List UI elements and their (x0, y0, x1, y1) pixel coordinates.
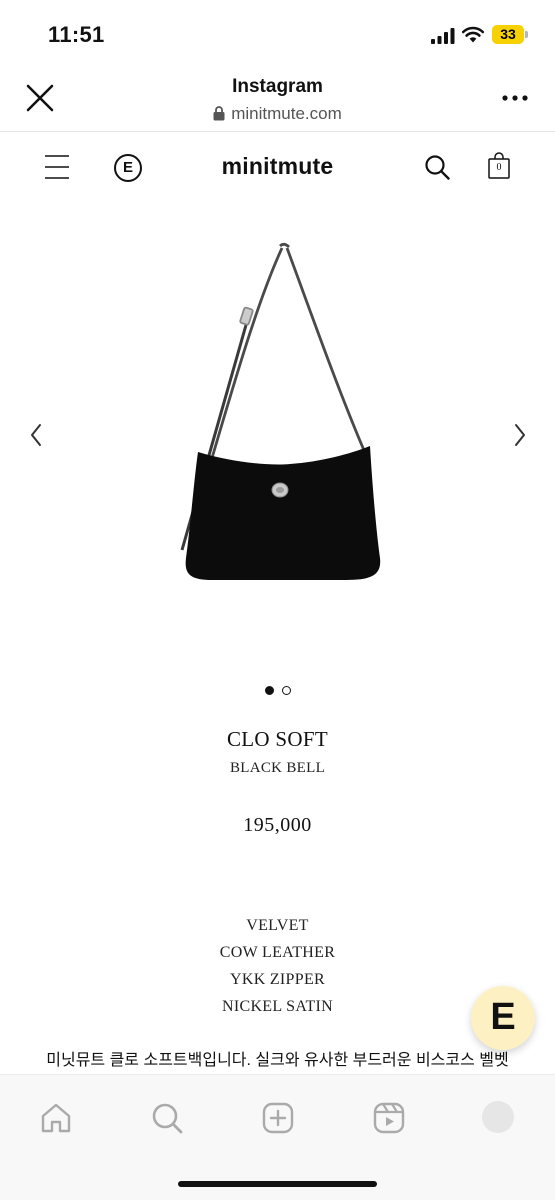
chat-button[interactable]: E (471, 986, 535, 1050)
site-nav: E minitmute 0 (0, 133, 555, 203)
profile-avatar (482, 1101, 514, 1133)
material-item: COW LEATHER (219, 944, 336, 961)
chevron-left-icon[interactable] (22, 420, 52, 450)
browser-header: Instagram minitmute.com (0, 66, 555, 132)
more-icon[interactable] (500, 90, 530, 106)
product-name: CLO SOFT (226, 727, 328, 751)
battery-indicator: 33 (492, 25, 528, 44)
product-image[interactable] (150, 240, 410, 600)
tab-profile[interactable] (482, 1101, 516, 1135)
chevron-right-icon[interactable] (504, 420, 534, 450)
reels-icon[interactable] (372, 1101, 406, 1135)
wifi-icon (461, 26, 485, 43)
material-item: YKK ZIPPER (229, 971, 325, 988)
cart-button[interactable]: 0 (487, 152, 511, 180)
material-item: VELVET (246, 917, 309, 934)
browser-url: minitmute.com (0, 104, 555, 124)
battery-level: 33 (500, 26, 516, 42)
carousel-dot-2[interactable] (281, 686, 291, 695)
product-price: 195,000 (243, 814, 312, 836)
product-color: BLACK BELL (229, 760, 326, 776)
status-time: 11:51 (48, 22, 105, 47)
status-bar: 11:51 33 (0, 0, 555, 66)
plus-square-icon[interactable] (261, 1101, 295, 1135)
home-icon[interactable] (39, 1101, 73, 1135)
cellular-signal-icon (431, 28, 455, 44)
search-icon[interactable] (424, 154, 450, 180)
brand-logo[interactable]: minitmute (0, 153, 555, 180)
browser-title: Instagram (232, 76, 323, 97)
carousel-dots (0, 686, 555, 695)
lock-icon (213, 106, 225, 121)
carousel-dot-1[interactable] (264, 686, 274, 695)
cart-count: 0 (496, 162, 502, 173)
explore-search-icon[interactable] (150, 1101, 184, 1135)
product-description: 미닛뮤트 클로 소프트백입니다. 실크와 유사한 부드러운 비스코스 벨벳 (46, 1052, 509, 1069)
home-indicator (178, 1181, 377, 1187)
browser-url-text: minitmute.com (231, 104, 342, 123)
materials-list: VELVET COW LEATHER YKK ZIPPER NICKEL SAT… (0, 912, 555, 1020)
